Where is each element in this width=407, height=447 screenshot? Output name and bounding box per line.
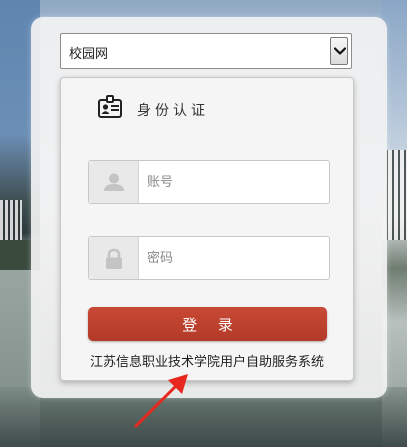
system-name-text: 江苏信息职业技术学院用户自助服务系统 bbox=[89, 355, 324, 370]
account-input[interactable] bbox=[147, 172, 317, 192]
select-dropdown-button[interactable] bbox=[330, 37, 348, 65]
user-icon bbox=[104, 173, 124, 191]
password-input[interactable] bbox=[147, 248, 317, 268]
auth-section-title: 身份认证 bbox=[137, 103, 209, 119]
account-field[interactable] bbox=[88, 160, 330, 204]
background-building bbox=[0, 200, 22, 242]
network-select-value: 校园网 bbox=[69, 47, 109, 62]
red-arrow-icon bbox=[130, 372, 194, 436]
password-field[interactable] bbox=[88, 236, 330, 280]
network-select[interactable]: 校园网 bbox=[60, 33, 352, 69]
id-card-icon bbox=[97, 94, 123, 124]
chevron-down-icon bbox=[334, 47, 346, 55]
account-icon-box bbox=[89, 161, 139, 203]
lock-icon bbox=[106, 248, 122, 269]
login-button[interactable]: 登 录 bbox=[88, 307, 327, 341]
password-icon-box bbox=[89, 237, 139, 279]
